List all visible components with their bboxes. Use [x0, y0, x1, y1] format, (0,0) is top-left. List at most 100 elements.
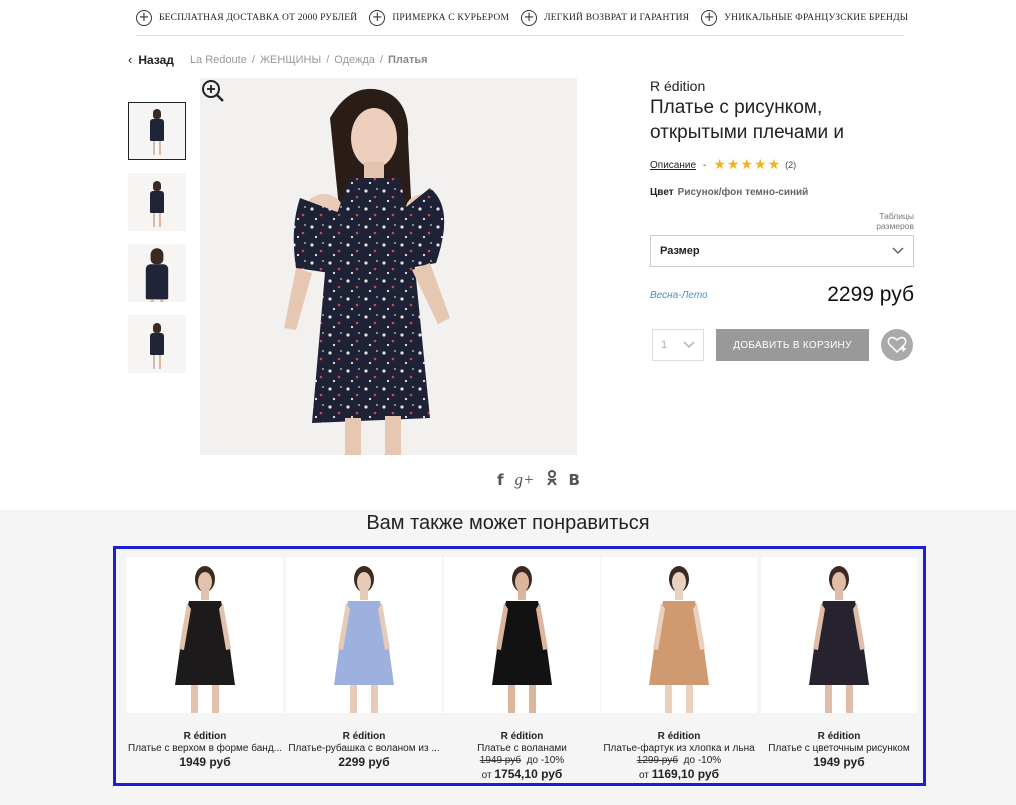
description-link[interactable]: Описание	[650, 160, 696, 171]
thumbnail-image[interactable]	[128, 102, 186, 160]
recommendation-text: R édition Платье-рубашка с воланом из ...…	[286, 731, 442, 770]
product-title: Платье с рисунком, открытыми плечами и	[650, 97, 845, 143]
recommendation-old-price-row: 1949 руб до -10%	[444, 755, 600, 767]
rating-row: Описание - ★★★★★ (2)	[650, 157, 914, 173]
rating-count[interactable]: (2)	[785, 160, 796, 170]
recommendation-name: Платье с верхом в форме банд...	[128, 743, 282, 754]
recommendation-old-price-row: 1299 руб до -10%	[601, 755, 757, 767]
recommendation-discount: до -10%	[683, 755, 722, 766]
benefit-label: УНИКАЛЬНЫЕ ФРАНЦУЗСКИЕ БРЕНДЫ	[724, 12, 909, 23]
benefit-label: БЕСПЛАТНАЯ ДОСТАВКА ОТ 2000 РУБЛЕЙ	[159, 12, 358, 23]
recommendation-image[interactable]	[286, 557, 442, 713]
odnoklassniki-glyph	[546, 470, 557, 486]
breadcrumb-item[interactable]: ЖЕНЩИНЫ	[260, 54, 321, 66]
thumbnail-image[interactable]	[128, 173, 186, 231]
chevron-down-icon	[892, 247, 904, 254]
size-table-link[interactable]: Таблицы размеров	[650, 211, 914, 231]
recommendation-image[interactable]	[761, 557, 917, 713]
breadcrumb-current: Платья	[387, 53, 428, 66]
benefit-item[interactable]: + БЕСПЛАТНАЯ ДОСТАВКА ОТ 2000 РУБЛЕЙ	[136, 9, 358, 26]
recommendation-sale-price-row: от 1169,10 руб	[601, 767, 757, 783]
recommendation-price: 1949 руб	[813, 755, 865, 769]
size-placeholder: Размер	[660, 245, 700, 257]
recommendation-sale-price: 1169,10 руб	[651, 767, 719, 781]
facebook-icon[interactable]: f	[497, 471, 504, 489]
benefits-bar: + БЕСПЛАТНАЯ ДОСТАВКА ОТ 2000 РУБЛЕЙ + ПРИ…	[136, 0, 908, 36]
recommendation-name: Платье-фартук из хлопка и льна	[603, 743, 755, 754]
recommendation-brand: R édition	[342, 731, 386, 742]
quantity-select[interactable]: 1	[652, 329, 704, 361]
recommendation-old-price: 1949 руб	[479, 755, 522, 766]
recommendation-from-label: от	[638, 770, 649, 781]
benefit-label: ЛЕГКИЙ ВОЗВРАТ И ГАРАНТИЯ	[544, 12, 690, 23]
zoom-icon[interactable]	[200, 78, 226, 104]
model-figure	[150, 323, 164, 369]
model-photo	[649, 566, 709, 713]
model-figure	[150, 109, 164, 155]
recommendation-card[interactable]: R édition Платье с верхом в форме банд...…	[127, 557, 283, 770]
recommendation-image[interactable]	[127, 557, 283, 713]
main-product-image[interactable]	[200, 78, 577, 455]
recommendation-old-price: 1299 руб	[636, 755, 679, 766]
breadcrumb-item[interactable]: Одежда	[334, 54, 375, 66]
recommendation-brand: R édition	[183, 731, 227, 742]
plus-circle-icon: +	[369, 9, 386, 26]
recommendation-brand: R édition	[817, 731, 861, 742]
product-brand[interactable]: R édition	[650, 78, 914, 94]
recommendation-text: R édition Платье с верхом в форме банд...…	[127, 731, 283, 770]
benefit-item[interactable]: + ПРИМЕРКА С КУРЬЕРОМ	[369, 9, 510, 26]
recommendation-card[interactable]: R édition Платье с цветочным рисунком 1949…	[761, 557, 917, 770]
recommendation-image[interactable]	[601, 557, 757, 713]
recommendation-discount: до -10%	[526, 755, 565, 766]
plus-circle-icon: +	[701, 9, 718, 26]
recommendation-price: 2299 руб	[338, 755, 390, 769]
back-link[interactable]: ‹ Назад	[128, 52, 174, 67]
google-plus-icon[interactable]: g+	[515, 470, 535, 490]
model-photo	[175, 566, 235, 713]
product-info: R édition Платье с рисунком, открытыми п…	[650, 78, 914, 361]
model-figure	[145, 248, 169, 302]
recommendation-sale-price-row: от 1754,10 руб	[444, 767, 600, 783]
wishlist-button[interactable]	[881, 329, 913, 361]
cart-row: 1 ДОБАВИТЬ В КОРЗИНУ	[650, 329, 914, 361]
size-select[interactable]: Размер	[650, 235, 914, 267]
recommendation-text: R édition Платье с цветочным рисунком 1949…	[761, 731, 917, 770]
breadcrumb-separator: /	[251, 53, 255, 66]
recommendation-text: R édition Платье с воланами 1949 руб до -1…	[444, 731, 600, 783]
quantity-value: 1	[661, 339, 668, 351]
share-links: f g+ B	[497, 470, 580, 490]
recommendation-name: Платье с цветочным рисунком	[768, 743, 910, 754]
model-figure	[150, 181, 164, 227]
season-label: Весна-Лето	[650, 289, 708, 301]
vkontakte-icon[interactable]: B	[569, 471, 580, 489]
heart-plus-icon	[887, 336, 907, 354]
recommendation-sale-price: 1754,10 руб	[494, 767, 563, 781]
benefit-item[interactable]: + ЛЕГКИЙ ВОЗВРАТ И ГАРАНТИЯ	[521, 9, 690, 26]
plus-circle-icon: +	[521, 9, 538, 26]
thumbnail-image[interactable]	[128, 244, 186, 302]
color-label: Цвет	[650, 187, 674, 198]
separator: -	[703, 159, 707, 171]
chevron-down-icon	[683, 341, 695, 348]
model-photo	[334, 566, 394, 713]
size-table-label: Таблицы размеров	[876, 211, 914, 231]
recommendation-from-label: от	[481, 770, 492, 781]
price-row: Весна-Лето 2299 руб	[650, 283, 914, 307]
breadcrumb: ‹ Назад La Redoute / ЖЕНЩИНЫ / Одежда / П…	[128, 52, 428, 67]
recommendation-brand: R édition	[500, 731, 544, 742]
add-to-cart-button[interactable]: ДОБАВИТЬ В КОРЗИНУ	[716, 329, 869, 361]
odnoklassniki-icon[interactable]	[546, 470, 558, 490]
recommendation-card[interactable]: R édition Платье с воланами 1949 руб до -1…	[444, 557, 600, 783]
rating-stars-icon[interactable]: ★★★★★	[713, 157, 781, 173]
benefit-item[interactable]: + УНИКАЛЬНЫЕ ФРАНЦУЗСКИЕ БРЕНДЫ	[701, 9, 909, 26]
recommendation-text: R édition Платье-фартук из хлопка и льна 1…	[601, 731, 757, 783]
benefit-label: ПРИМЕРКА С КУРЬЕРОМ	[392, 12, 510, 23]
product-price: 2299 руб	[827, 283, 914, 306]
thumbnail-image[interactable]	[128, 315, 186, 373]
recommendation-card[interactable]: R édition Платье-фартук из хлопка и льна 1…	[601, 557, 757, 783]
recommendation-price: 1949 руб	[179, 755, 231, 769]
color-value: Рисунок/фон темно-синий	[677, 187, 809, 198]
breadcrumb-item[interactable]: La Redoute	[190, 54, 247, 66]
recommendation-card[interactable]: R édition Платье-рубашка с воланом из ...…	[286, 557, 442, 770]
recommendation-image[interactable]	[444, 557, 600, 713]
